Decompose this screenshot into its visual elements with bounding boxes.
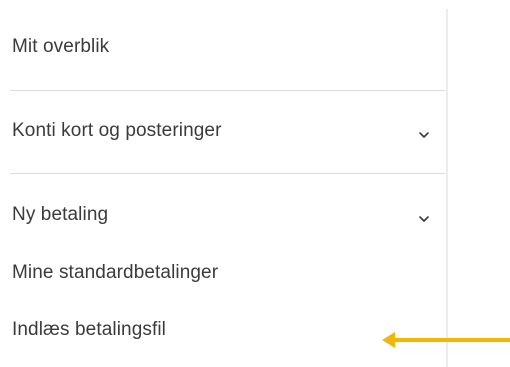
sidebar-item-label: Mine standardbetalinger <box>12 262 219 283</box>
sidebar-item-mine-standardbetalinger[interactable]: Mine standardbetalinger <box>0 262 446 284</box>
sidebar-item-label: Konti kort og posteringer <box>12 120 222 141</box>
sidebar-border <box>446 9 448 367</box>
sidebar-item-label: Mit overblik <box>12 36 110 57</box>
sidebar-item-ny-betaling[interactable]: Ny betaling <box>0 204 446 226</box>
sidebar-item-indlaes-betalingsfil[interactable]: Indlæs betalingsfil <box>0 319 446 341</box>
page: Mit overblik Konti kort og posteringer N… <box>0 0 510 367</box>
sidebar-item-label: Indlæs betalingsfil <box>12 319 166 340</box>
sidebar-item-label: Ny betaling <box>12 204 109 225</box>
divider <box>10 173 446 174</box>
sidebar-item-konti-kort-og-posteringer[interactable]: Konti kort og posteringer <box>0 120 446 142</box>
chevron-down-icon <box>419 132 429 138</box>
chevron-down-icon <box>419 216 429 222</box>
divider <box>10 90 446 91</box>
sidebar-nav: Mit overblik Konti kort og posteringer N… <box>0 0 446 367</box>
sidebar-item-mit-overblik[interactable]: Mit overblik <box>0 36 446 58</box>
arrow-left-icon <box>382 332 510 348</box>
